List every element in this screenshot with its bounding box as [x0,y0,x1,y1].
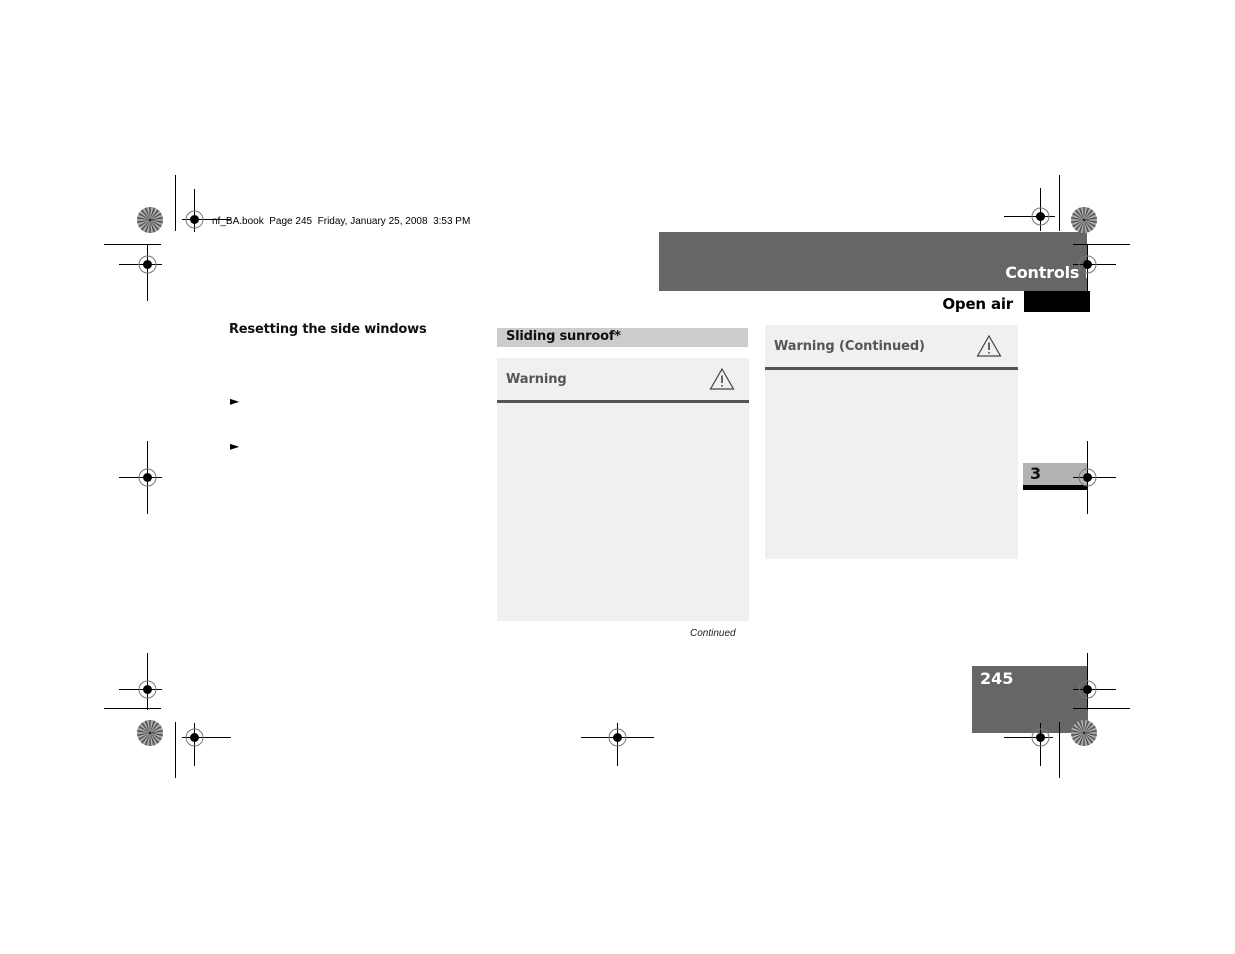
crop-mark-line [1059,722,1060,778]
starburst-calibration-icon [1071,207,1097,233]
warning-header: Warning [497,358,749,403]
registration-mark-icon [1004,723,1053,766]
crop-mark-line [175,722,176,778]
section-title: Open air [942,295,1013,313]
registration-mark-icon [182,723,231,766]
registration-mark-icon [119,441,162,514]
starburst-calibration-icon [1071,720,1097,746]
warning-title: Warning [506,371,567,387]
chapter-header-band [659,232,1087,291]
registration-mark-icon [119,653,162,710]
registration-mark-icon [1004,188,1055,231]
warning-continued-box: Warning (Continued) [765,325,1018,559]
warning-triangle-icon [976,334,1002,357]
warning-continued-header: Warning (Continued) [765,325,1018,370]
continued-label: Continued [690,628,736,639]
registration-mark-icon [1073,441,1116,514]
sunroof-section-label: Sliding sunroof* [506,329,621,344]
crop-mark-line [1059,175,1060,231]
registration-mark-icon [119,244,162,301]
crop-mark-line [175,175,176,231]
warning-box: Warning [497,358,749,621]
bullet-arrow-icon: ► [230,439,240,453]
page-number: 245 [980,669,1014,688]
chapter-number: 3 [1030,464,1042,483]
registration-mark-icon [182,189,231,232]
registration-mark-icon [581,723,654,766]
starburst-calibration-icon [137,207,163,233]
left-heading: Resetting the side windows [229,322,427,337]
bullet-arrow-icon: ► [230,394,240,408]
print-info-line: nf_BA.book Page 245 Friday, January 25, … [212,216,471,227]
registration-mark-icon [1073,244,1116,301]
warning-continued-title: Warning (Continued) [774,338,925,354]
warning-triangle-icon [709,367,735,390]
starburst-calibration-icon [137,720,163,746]
registration-mark-icon [1073,653,1116,710]
